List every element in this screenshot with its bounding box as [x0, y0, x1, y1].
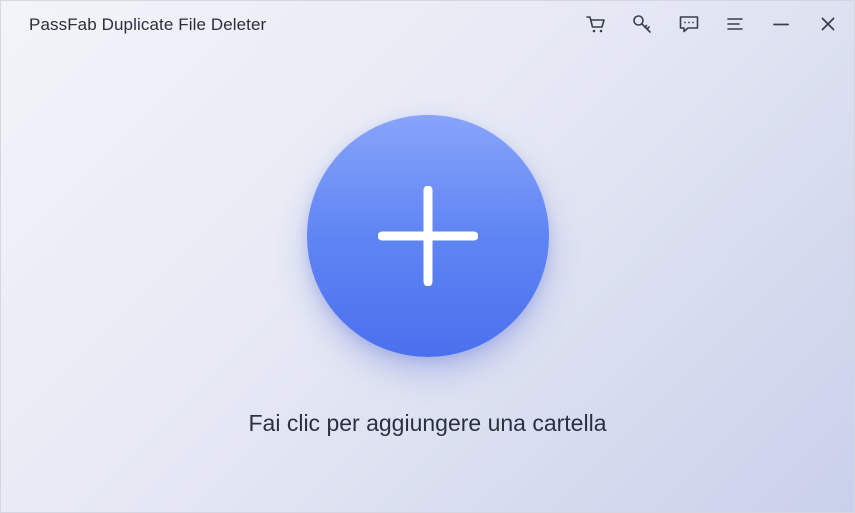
menu-button[interactable] — [723, 12, 747, 36]
register-key-button[interactable] — [630, 12, 654, 36]
close-icon — [821, 17, 835, 31]
title-bar: PassFab Duplicate File Deleter — [1, 1, 854, 49]
cart-button[interactable] — [584, 12, 608, 36]
app-title: PassFab Duplicate File Deleter — [29, 15, 267, 34]
feedback-button[interactable] — [677, 12, 701, 36]
close-button[interactable] — [816, 12, 840, 36]
cart-icon — [586, 16, 605, 33]
menu-icon — [727, 18, 743, 30]
key-icon — [633, 15, 651, 33]
minimize-icon — [773, 23, 789, 26]
feedback-icon — [679, 16, 699, 33]
add-folder-button[interactable] — [307, 115, 549, 357]
minimize-button[interactable] — [769, 12, 793, 36]
plus-icon — [378, 186, 478, 286]
add-folder-prompt[interactable]: Fai clic per aggiungere una cartella — [1, 410, 854, 437]
